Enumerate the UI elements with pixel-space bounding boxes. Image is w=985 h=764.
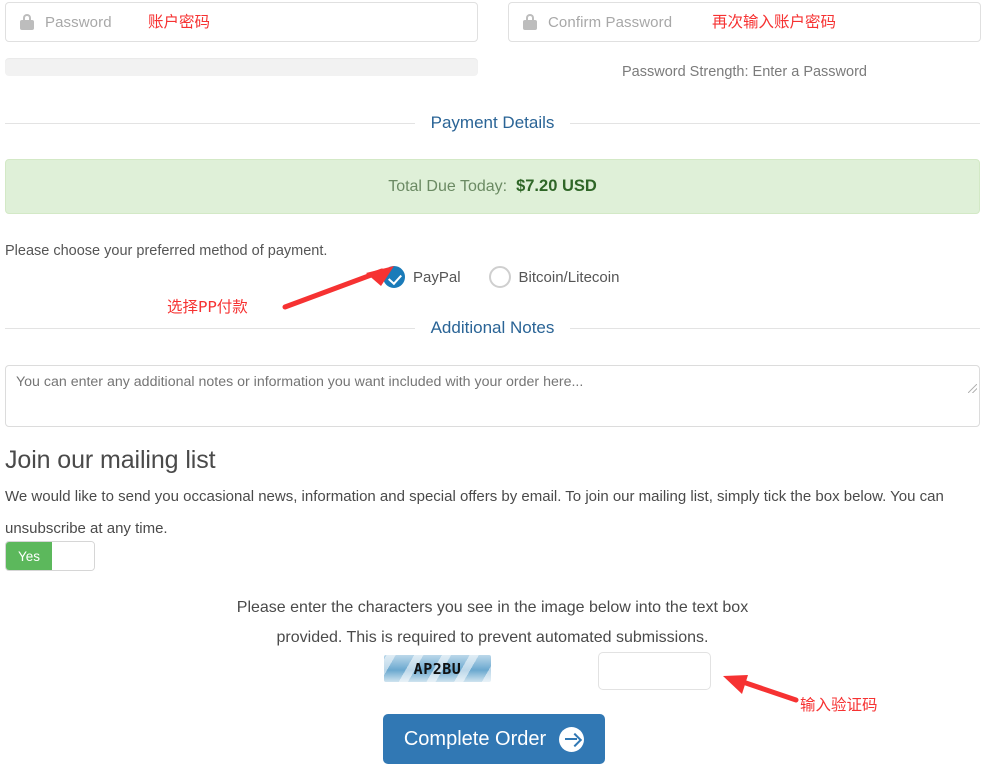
captcha-instructions-line2: provided. This is required to prevent au… (276, 629, 709, 646)
radio-checked-icon[interactable] (383, 266, 405, 288)
annotation-confirm-password: 再次输入账户密码 (712, 13, 837, 31)
toggle-knob[interactable] (52, 542, 94, 570)
password-strength-bar (5, 58, 478, 76)
password-field[interactable]: Password (5, 2, 478, 42)
captcha-instructions: Please enter the characters you see in t… (150, 593, 835, 653)
mailing-list-toggle[interactable]: Yes (5, 541, 95, 571)
annotation-captcha: 输入验证码 (800, 696, 878, 714)
mailing-list-description: We would like to send you occasional new… (5, 488, 944, 537)
total-due-banner: Total Due Today: $7.20 USD (5, 159, 980, 214)
complete-order-button[interactable]: Complete Order (383, 714, 605, 764)
captcha-instructions-line1: Please enter the characters you see in t… (236, 599, 749, 616)
total-due-label: Total Due Today: (388, 177, 508, 195)
captcha-code-text: AP2BU (413, 659, 462, 678)
payment-details-divider: Payment Details (5, 113, 980, 133)
radio-unchecked-icon[interactable] (488, 266, 511, 288)
confirm-password-placeholder: Confirm Password (548, 13, 673, 31)
password-row: Password 账户密码 Confirm Password 再次输入账户密码 … (0, 0, 985, 100)
payment-option-bitcoin-litecoin[interactable]: Bitcoin/Litecoin (488, 266, 620, 288)
captcha-input[interactable] (598, 652, 711, 690)
payment-option-paypal[interactable]: PayPal (383, 266, 461, 288)
divider-line-left (5, 122, 415, 124)
payment-method-group: PayPal Bitcoin/Litecoin (383, 266, 647, 288)
additional-notes-textarea[interactable] (5, 365, 980, 427)
payment-option-label: PayPal (413, 268, 461, 286)
payment-option-label: Bitcoin/Litecoin (518, 268, 620, 286)
annotation-paypal: 选择PP付款 (167, 298, 248, 316)
additional-notes-title: Additional Notes (430, 318, 555, 337)
toggle-on-label: Yes (6, 542, 52, 570)
lock-icon (20, 14, 34, 30)
additional-notes-divider: Additional Notes (5, 318, 980, 338)
total-due-amount: $7.20 USD (516, 177, 597, 195)
payment-details-title: Payment Details (430, 113, 555, 132)
captcha-image: AP2BU (384, 655, 491, 682)
annotation-password: 账户密码 (148, 13, 211, 31)
checkout-page: Password 账户密码 Confirm Password 再次输入账户密码 … (0, 0, 985, 764)
password-placeholder: Password (45, 13, 112, 31)
mailing-list-title: Join our mailing list (5, 446, 216, 474)
annotation-arrow-captcha (723, 675, 799, 703)
complete-order-label: Complete Order (403, 728, 547, 750)
divider-line-right (570, 122, 980, 124)
lock-icon (523, 14, 537, 30)
payment-method-prompt: Please choose your preferred method of p… (5, 243, 328, 259)
arrow-right-circle-icon (559, 726, 585, 752)
divider-line-left (5, 327, 415, 329)
divider-line-right (570, 327, 980, 329)
password-strength-text: Password Strength: Enter a Password (621, 64, 867, 80)
